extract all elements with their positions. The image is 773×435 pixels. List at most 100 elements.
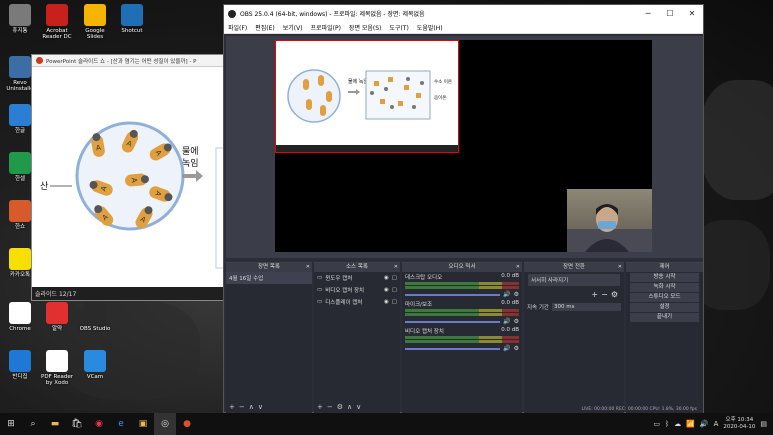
hancell-icon: [9, 152, 31, 174]
dock-close-icon[interactable]: ✕: [516, 263, 520, 272]
obs-titlebar[interactable]: OBS 25.0.4 (64-bit, windows) - 프로파일: 제목없…: [224, 5, 703, 22]
slide-canvas[interactable]: A A A A A A A A 산 물에 녹임: [32, 68, 225, 288]
obs-preview[interactable]: 물에 녹임 수소 이온 음이온: [226, 36, 703, 258]
cloud-icon[interactable]: ☁: [674, 420, 681, 428]
desktop-icon-label: 반디집: [12, 374, 28, 380]
obs-icon: [84, 302, 106, 324]
preview-canvas[interactable]: 물에 녹임 수소 이온 음이온: [275, 40, 652, 252]
desktop-icon[interactable]: 휴지통: [3, 4, 37, 34]
control-button[interactable]: 끝내기: [630, 313, 699, 322]
lock-icon[interactable]: ▢: [392, 299, 397, 305]
menu-item[interactable]: 보기(V): [283, 23, 303, 32]
transition-select[interactable]: 서서히 사라지기: [528, 274, 620, 286]
control-button[interactable]: 스튜디오 모드: [630, 293, 699, 302]
water-label-line1: 물에: [182, 146, 199, 157]
speaker-icon[interactable]: 🔊: [503, 291, 510, 298]
add-icon[interactable]: +: [591, 290, 598, 299]
speaker-icon[interactable]: 🔊: [503, 318, 510, 325]
explorer-folder-icon[interactable]: ▣: [132, 413, 154, 435]
source-item[interactable]: ▭ 윈도우 캡처 ◉ ▢: [314, 272, 400, 284]
scene-item[interactable]: 4월 16일 수업: [226, 272, 312, 284]
volume-slider[interactable]: [405, 293, 501, 296]
action-center-icon[interactable]: ▤: [760, 420, 767, 428]
desktop-icon-label: Google Slides: [85, 28, 105, 40]
file-explorer-icon[interactable]: ▬: [44, 413, 66, 435]
visibility-eye-icon[interactable]: ◉: [384, 287, 389, 293]
desktop-icon[interactable]: Shotcut: [115, 4, 149, 34]
notification-icon[interactable]: ▭: [653, 420, 660, 428]
source-item[interactable]: ▭ 디스플레이 캡처 ◉ ▢: [314, 296, 400, 308]
menu-item[interactable]: 프로파일(P): [311, 23, 341, 32]
volume-slider[interactable]: [405, 320, 501, 323]
start-button[interactable]: ⊞: [0, 413, 22, 435]
control-button[interactable]: 방송 시작: [630, 273, 699, 282]
visibility-eye-icon[interactable]: ◉: [384, 275, 389, 281]
channel-name: 비디오 캡처 장치: [405, 329, 444, 335]
minimize-icon[interactable]: ─: [637, 9, 659, 18]
desktop-icon[interactable]: 반디집: [3, 350, 37, 380]
desktop-icon[interactable]: PDF Reader by Xodo: [40, 350, 74, 386]
gear-icon[interactable]: ⚙: [514, 318, 519, 325]
visibility-eye-icon[interactable]: ◉: [384, 299, 389, 305]
clock-date: 2020-04-10: [723, 424, 756, 430]
powerpoint-titlebar[interactable]: PowerPoint 슬라이드 쇼 - [산과 염기는 어떤 성질이 있을까] …: [32, 55, 223, 67]
desktop-icon[interactable]: Chrome: [3, 302, 37, 332]
obs-logo-icon: [228, 9, 236, 18]
obs-window[interactable]: OBS 25.0.4 (64-bit, windows) - 프로파일: 제목없…: [223, 4, 704, 413]
gear-icon[interactable]: ⚙: [611, 290, 618, 299]
lock-icon[interactable]: ▢: [392, 275, 397, 281]
speaker-icon[interactable]: 🔊: [503, 345, 510, 352]
store-icon[interactable]: 🛍: [66, 413, 88, 435]
acrobat-icon: [46, 4, 68, 26]
chrome-taskbar-icon[interactable]: ◉: [88, 413, 110, 435]
bluetooth-icon[interactable]: ᛒ: [665, 420, 669, 428]
sources-header: 소스 목록: [346, 264, 368, 270]
slide-illustration: A A A A A A A A 산 물에 녹임: [40, 121, 225, 269]
control-button[interactable]: 녹화 시작: [630, 283, 699, 292]
control-button[interactable]: 설정: [630, 303, 699, 312]
volume-meter: [405, 313, 519, 316]
lock-icon[interactable]: ▢: [392, 287, 397, 293]
close-icon[interactable]: ✕: [681, 9, 703, 18]
menu-item[interactable]: 도움말(H): [417, 23, 443, 32]
search-icon[interactable]: ⌕: [22, 413, 44, 435]
volume-icon[interactable]: 🔊: [700, 420, 709, 428]
obs-taskbar-icon[interactable]: ◎: [154, 413, 176, 435]
transitions-dock: 장면 전환 ✕ 서서히 사라지기 + − ⚙ 지속 기간 300 ms: [524, 262, 624, 413]
maximize-icon[interactable]: ☐: [659, 9, 681, 18]
kakaotalk-icon: [9, 248, 31, 270]
menu-item[interactable]: 장면 모음(S): [349, 23, 381, 32]
edge-icon[interactable]: e: [110, 413, 132, 435]
volume-slider[interactable]: [405, 347, 501, 350]
dock-close-icon[interactable]: ✕: [618, 263, 622, 272]
remove-icon[interactable]: −: [601, 290, 608, 299]
desktop-icon[interactable]: VCam: [78, 350, 112, 380]
language-icon[interactable]: A: [714, 420, 719, 428]
google-slides-icon: [84, 4, 106, 26]
window-capture-source[interactable]: 물에 녹임 수소 이온 음이온: [275, 40, 459, 153]
powerpoint-window[interactable]: PowerPoint 슬라이드 쇼 - [산과 염기는 어떤 성질이 있을까] …: [31, 54, 225, 301]
dock-close-icon[interactable]: ✕: [306, 263, 310, 272]
sources-dock: 소스 목록 ✕ ▭ 윈도우 캡처 ◉ ▢ ▭ 비디오 캡처 장치 ◉ ▢ ▭ 디스플레이 캡처 ◉ ▢ …: [314, 262, 400, 413]
source-item[interactable]: ▭ 비디오 캡처 장치 ◉ ▢: [314, 284, 400, 296]
desktop-icon[interactable]: OBS Studio: [78, 302, 112, 332]
duration-input[interactable]: 300 ms: [552, 303, 621, 311]
video-capture-source[interactable]: [567, 189, 652, 252]
desktop-icon[interactable]: 알약: [40, 302, 74, 332]
svg-text:A: A: [130, 177, 138, 183]
clock[interactable]: 오후 10:34 2020-04-10: [723, 417, 755, 431]
gear-icon[interactable]: ⚙: [514, 291, 519, 298]
scenes-header: 장면 목록: [258, 264, 280, 270]
gear-icon[interactable]: ⚙: [514, 345, 519, 352]
mixer-channel: 데스크탑 오디오 0.0 dB 🔊 ⚙: [402, 272, 522, 299]
powerpoint-taskbar-icon[interactable]: ●: [176, 413, 198, 435]
dock-close-icon[interactable]: ✕: [394, 263, 398, 272]
menu-item[interactable]: 편집(E): [255, 23, 275, 32]
menu-item[interactable]: 파일(F): [228, 23, 247, 32]
desktop-icon[interactable]: Acrobat Reader DC: [40, 4, 74, 40]
desktop-icon[interactable]: Google Slides: [78, 4, 112, 40]
menu-item[interactable]: 도구(T): [389, 23, 408, 32]
mixer-channel: 비디오 캡처 장치 0.0 dB 🔊 ⚙: [402, 326, 522, 353]
network-icon[interactable]: 📶: [686, 420, 695, 428]
next-beaker-edge: [215, 147, 225, 269]
